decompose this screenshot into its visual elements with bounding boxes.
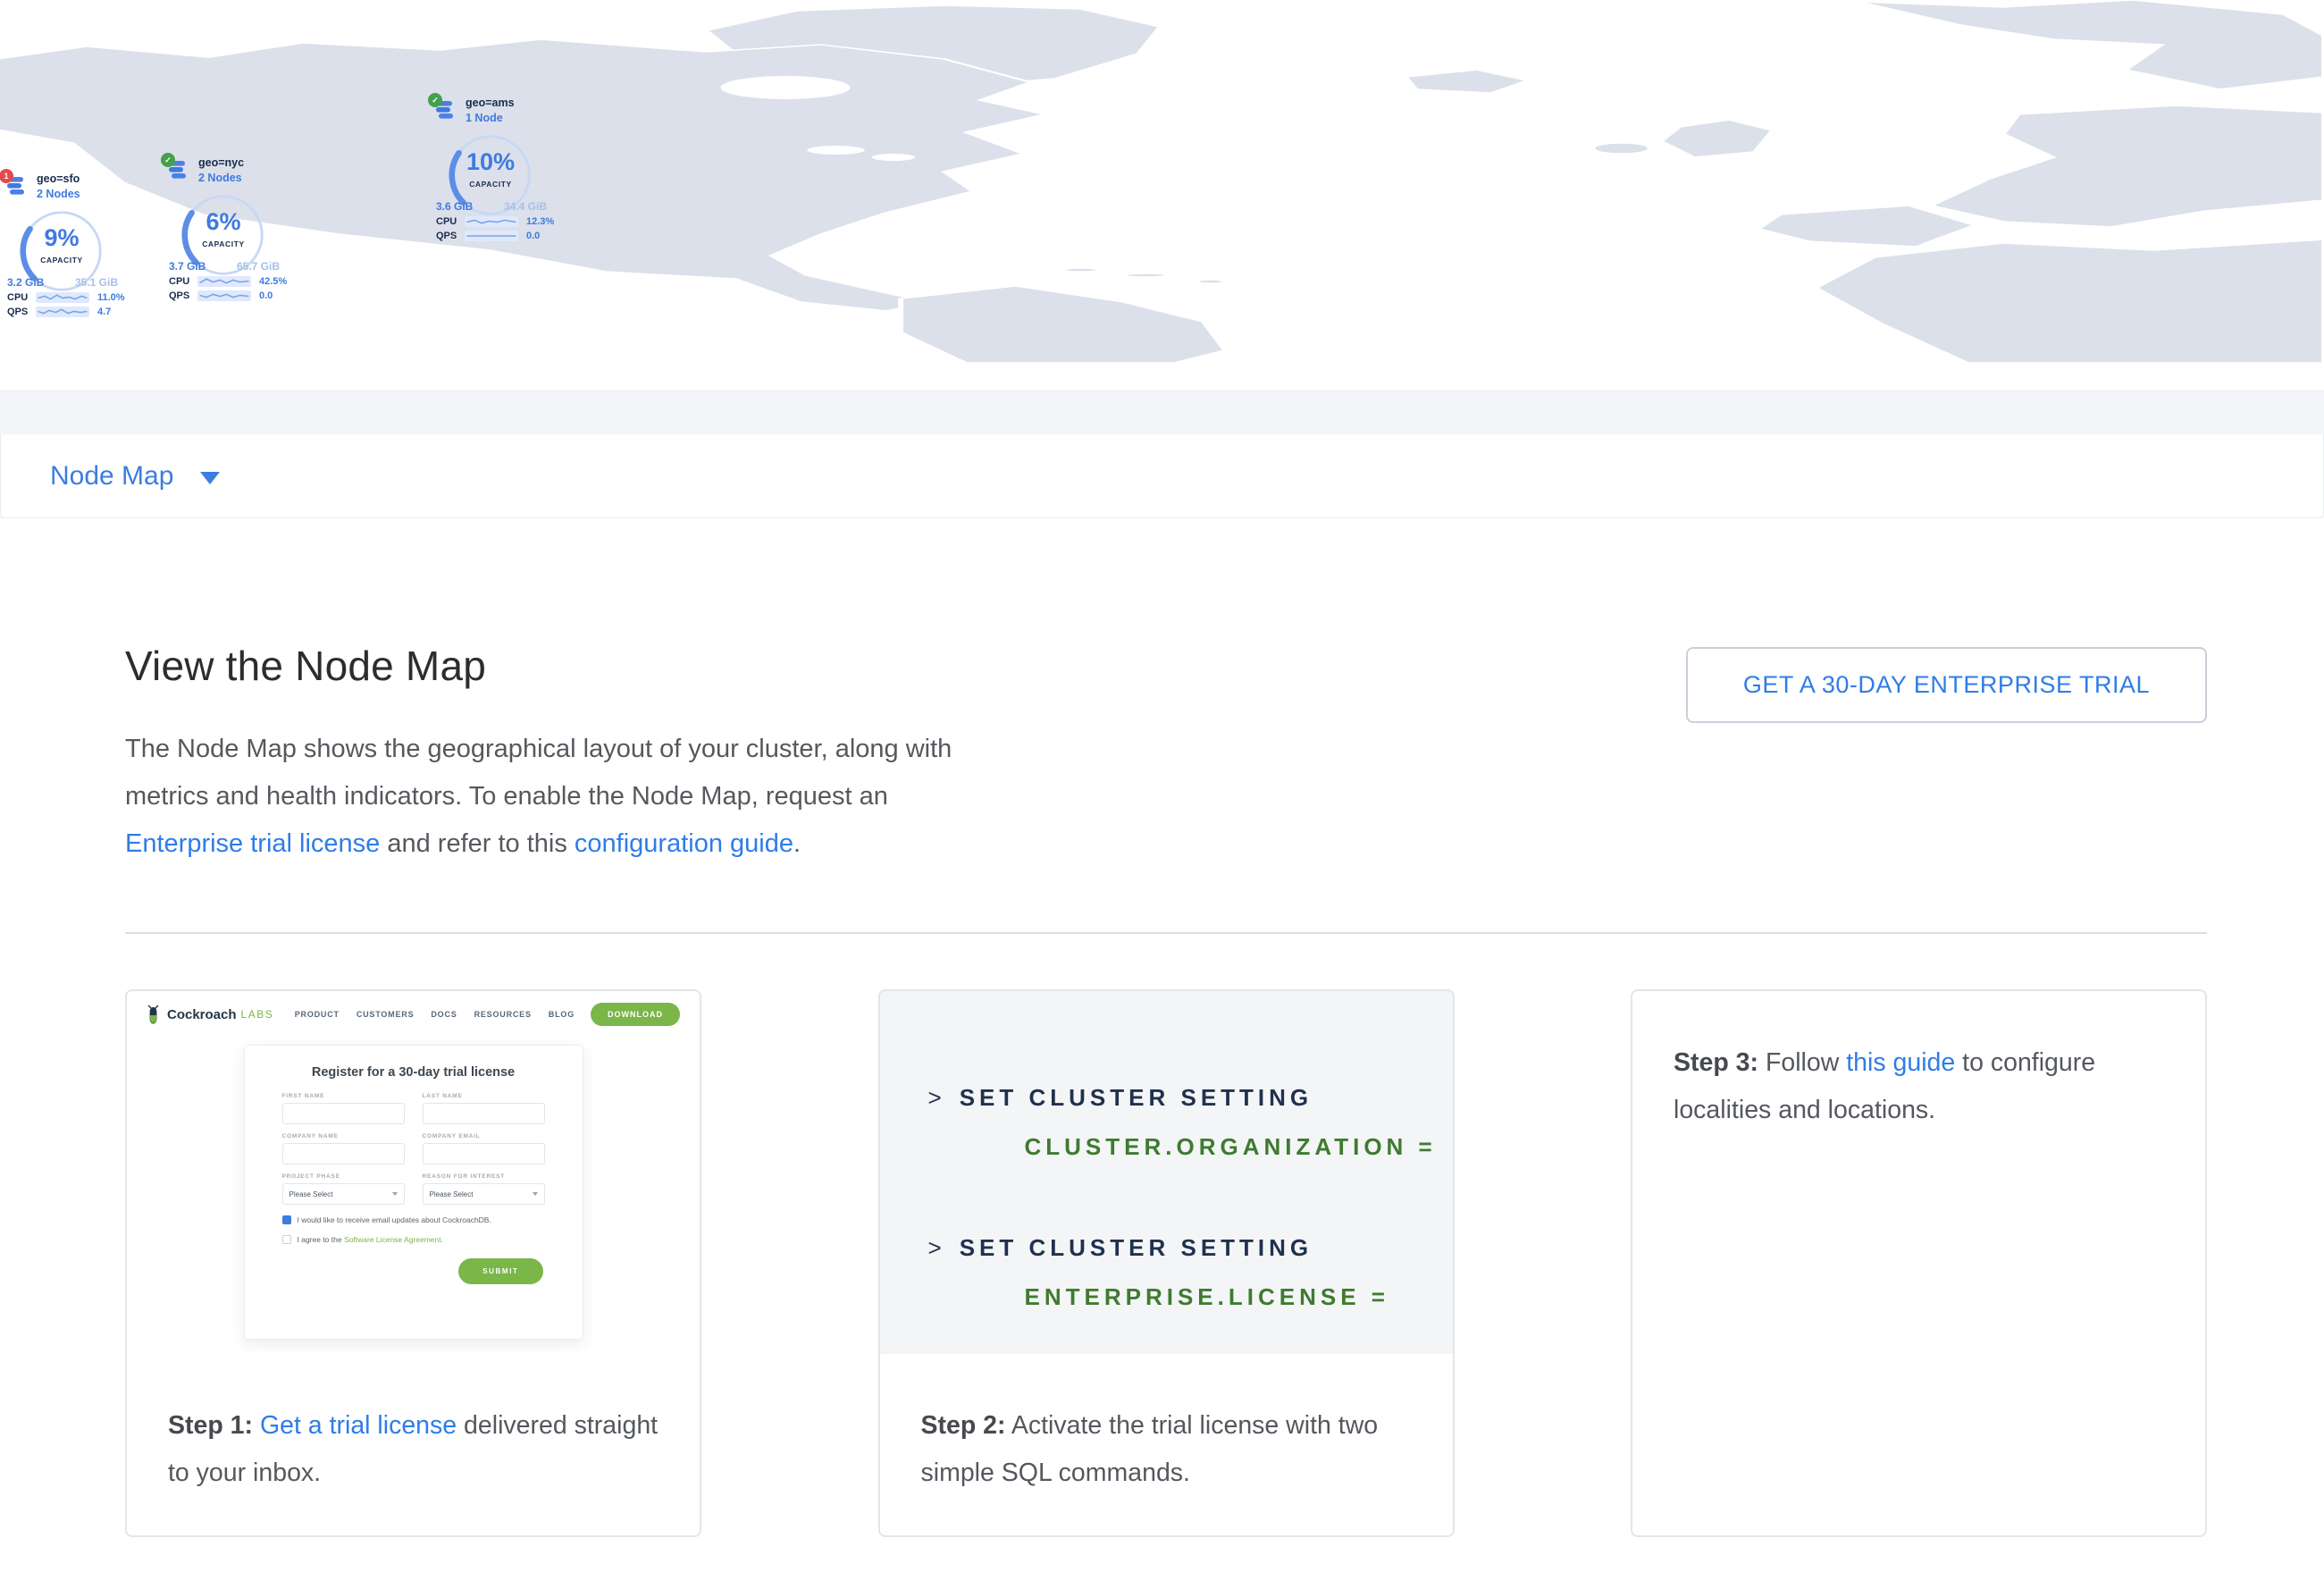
select-caret-icon	[533, 1192, 538, 1196]
section-divider	[125, 932, 2207, 934]
get-trial-license-link[interactable]: Get a trial license	[260, 1411, 457, 1440]
intro-end-text: .	[793, 829, 801, 858]
chevron-down-icon	[200, 472, 220, 484]
node-map-promo: View the Node Map The Node Map shows the…	[0, 518, 2324, 1537]
form-title: Register for a 30-day trial license	[282, 1065, 545, 1080]
sql-line-3: >SET CLUSTER SETTING	[928, 1234, 1453, 1262]
brand-suffix: LABS	[241, 1008, 274, 1021]
download-button: DOWNLOAD	[591, 1003, 680, 1026]
step1-caption: Step 1: Get a trial license delivered st…	[127, 1354, 700, 1496]
cockroach-bug-icon	[145, 1004, 162, 1025]
nav-item: DOCS	[431, 1010, 457, 1019]
step3-caption: Step 3: Follow this guide to configure l…	[1632, 991, 2205, 1133]
view-selector-dropdown[interactable]: Node Map	[50, 461, 220, 492]
configuration-guide-link[interactable]: configuration guide	[575, 829, 793, 858]
enterprise-trial-license-link[interactable]: Enterprise trial license	[125, 829, 380, 858]
sql-line-1: >SET CLUSTER SETTING	[928, 1084, 1453, 1112]
trial-license-form: Register for a 30-day trial license FIRS…	[244, 1045, 583, 1340]
intro-text: The Node Map shows the geographical layo…	[125, 735, 952, 811]
intro-paragraph: The Node Map shows the geographical layo…	[125, 726, 983, 868]
step-card-node-map-preview: 1 geo=sfo 2 Nodes	[1631, 989, 2207, 1537]
step2-prefix: Step 2:	[921, 1411, 1006, 1440]
dashboard-toolbar: Node Map	[0, 434, 2324, 518]
page-title: View the Node Map	[125, 642, 983, 690]
step-card-sql-commands: >SET CLUSTER SETTING CLUSTER.ORGANIZATIO…	[878, 989, 1455, 1537]
nav-item: RESOURCES	[474, 1010, 532, 1019]
get-enterprise-trial-button[interactable]: GET A 30-DAY ENTERPRISE TRIAL	[1686, 647, 2207, 723]
trial-registration-screenshot: Cockroach LABS PRODUCT CUSTOMERS DOCS RES…	[127, 991, 700, 1354]
company-name-field: COMPANY NAME	[282, 1133, 405, 1164]
step-card-trial-license: Cockroach LABS PRODUCT CUSTOMERS DOCS RES…	[125, 989, 701, 1537]
step1-prefix: Step 1:	[168, 1411, 253, 1440]
sql-line-4: ENTERPRISE.LICENSE =	[1025, 1283, 1453, 1311]
first-name-field: FIRST NAME	[282, 1093, 405, 1124]
reason-for-interest-field: REASON FOR INTEREST Please Select	[423, 1173, 545, 1205]
email-optin-row: I would like to receive email updates ab…	[282, 1215, 545, 1224]
intro-mid-text: and refer to this	[380, 829, 575, 858]
checkbox-checked-icon	[282, 1215, 291, 1224]
nav-item: CUSTOMERS	[357, 1010, 415, 1019]
nav-item: BLOG	[549, 1010, 575, 1019]
checkbox-empty-icon	[282, 1235, 291, 1244]
step3-prefix: Step 3:	[1674, 1048, 1758, 1077]
project-phase-field: PROJECT PHASE Please Select	[282, 1173, 405, 1205]
cockroachdb-overview-page: Capacity Usage 0.1% 0 GiB 400 Gi	[0, 0, 2324, 1589]
sql-commands-illustration: >SET CLUSTER SETTING CLUSTER.ORGANIZATIO…	[880, 991, 1453, 1354]
last-name-field: LAST NAME	[423, 1093, 545, 1124]
cockroach-labs-logo: Cockroach LABS	[145, 1004, 273, 1025]
step2-caption: Step 2: Activate the trial license with …	[880, 1354, 1453, 1496]
mini-site-nav: PRODUCT CUSTOMERS DOCS RESOURCES BLOG	[295, 1010, 575, 1019]
submit-button: SUBMIT	[458, 1258, 542, 1284]
select-caret-icon	[392, 1192, 398, 1196]
view-selector-label: Node Map	[50, 461, 173, 492]
company-email-field: COMPANY EMAIL	[423, 1133, 545, 1164]
license-agree-row: I agree to the Software License Agreemen…	[282, 1235, 545, 1244]
nav-item: PRODUCT	[295, 1010, 340, 1019]
panel-separator-band	[0, 391, 2324, 434]
brand-name: Cockroach	[167, 1007, 237, 1022]
this-guide-link[interactable]: this guide	[1846, 1048, 1955, 1077]
sql-line-2: CLUSTER.ORGANIZATION =	[1025, 1133, 1453, 1161]
software-license-link: Software License Agreement.	[344, 1235, 443, 1244]
